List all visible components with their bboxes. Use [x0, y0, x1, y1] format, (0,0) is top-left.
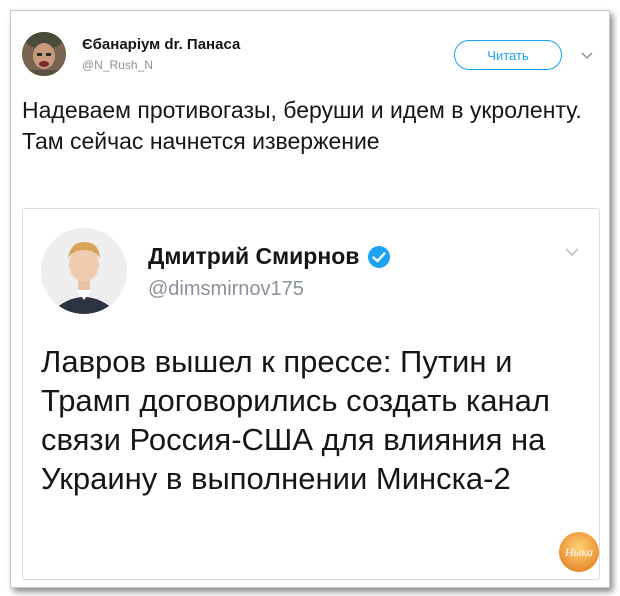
quoted-author-name[interactable]: Дмитрий Смирнов — [148, 243, 359, 270]
verified-badge-icon — [368, 245, 391, 268]
quoted-tweet-text: Лавров вышел к прессе: Путин и Трамп дог… — [41, 344, 550, 496]
quoted-author-name-row[interactable]: Дмитрий Смирнов — [148, 243, 391, 270]
author-handle[interactable]: @N_Rush_N — [82, 58, 153, 72]
author-avatar[interactable] — [22, 32, 66, 76]
author-name[interactable]: Єбанаріум dr. Панаса — [82, 36, 240, 53]
watermark-logo: Ныка — [558, 531, 600, 573]
quoted-author-handle[interactable]: @dimsmirnov175 — [148, 278, 304, 301]
chevron-down-icon[interactable] — [581, 48, 593, 60]
quoted-author-avatar[interactable] — [41, 228, 127, 314]
follow-button[interactable]: Читать — [454, 40, 562, 70]
tweet-text: Надеваем противогазы, беруши и идем в ук… — [22, 97, 582, 154]
svg-text:Ныка: Ныка — [564, 545, 593, 559]
chevron-down-icon[interactable] — [564, 245, 580, 257]
